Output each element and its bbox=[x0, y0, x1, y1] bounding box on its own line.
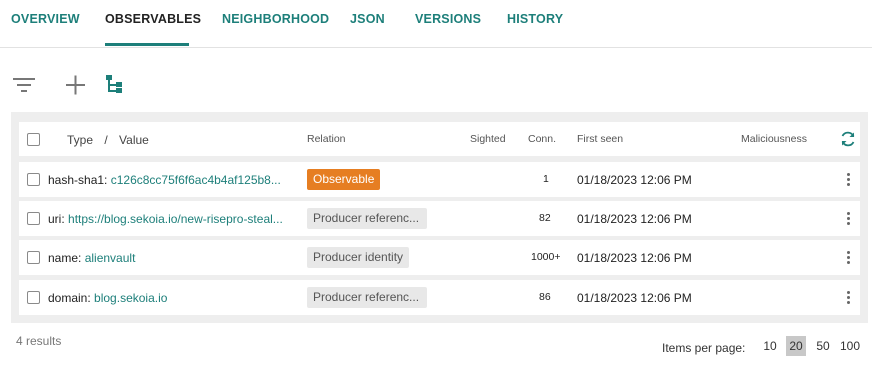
refresh-icon[interactable] bbox=[839, 130, 857, 148]
tab-bar: OVERVIEW OBSERVABLES NEIGHBORHOOD JSON V… bbox=[0, 0, 872, 48]
row-checkbox[interactable] bbox=[27, 212, 40, 225]
active-tab-indicator bbox=[105, 43, 189, 46]
page-size-100[interactable]: 100 bbox=[838, 336, 862, 356]
observable-type: uri: bbox=[48, 212, 65, 226]
more-vert-icon[interactable] bbox=[841, 249, 855, 266]
select-all-checkbox[interactable] bbox=[27, 133, 40, 146]
observable-cell: name: alienvault bbox=[48, 251, 298, 265]
first-seen-header[interactable]: First seen bbox=[577, 133, 623, 145]
tab-neighborhood[interactable]: NEIGHBORHOOD bbox=[222, 12, 329, 26]
conn-count: 82 bbox=[539, 212, 551, 224]
observable-type: domain: bbox=[48, 291, 91, 305]
observable-cell: uri: https://blog.sekoia.io/new-risepro-… bbox=[48, 212, 298, 226]
header-separator: / bbox=[104, 133, 108, 147]
relation-chip: Observable bbox=[307, 169, 381, 190]
table-row[interactable]: uri: https://blog.sekoia.io/new-risepro-… bbox=[19, 201, 860, 236]
conn-count: 1 bbox=[543, 173, 549, 185]
tab-versions[interactable]: VERSIONS bbox=[415, 12, 481, 26]
observables-table: Type / Value Relation Sighted Conn. Firs… bbox=[11, 112, 868, 323]
tab-observables[interactable]: OBSERVABLES bbox=[105, 12, 201, 26]
first-seen: 01/18/2023 12:06 PM bbox=[577, 212, 692, 226]
observable-cell: domain: blog.sekoia.io bbox=[48, 291, 298, 305]
type-header-label: Type bbox=[67, 133, 94, 147]
row-checkbox[interactable] bbox=[27, 291, 40, 304]
plus-icon[interactable] bbox=[63, 72, 89, 98]
first-seen: 01/18/2023 12:06 PM bbox=[577, 251, 692, 265]
tab-json[interactable]: JSON bbox=[350, 12, 385, 26]
value-header-label: Value bbox=[119, 133, 149, 147]
first-seen: 01/18/2023 12:06 PM bbox=[577, 173, 692, 187]
maliciousness-header[interactable]: Maliciousness bbox=[741, 133, 807, 145]
tree-view-icon[interactable] bbox=[103, 72, 129, 98]
table-row[interactable]: hash-sha1: c126c8cc75f6f6ac4b4af125b8...… bbox=[19, 162, 860, 197]
results-count: 4 results bbox=[16, 334, 62, 348]
row-checkbox[interactable] bbox=[27, 251, 40, 264]
table-row[interactable]: domain: blog.sekoia.io Producer referenc… bbox=[19, 280, 860, 315]
page-size-10[interactable]: 10 bbox=[760, 336, 780, 356]
relation-header[interactable]: Relation bbox=[307, 133, 346, 145]
items-per-page-label: Items per page: bbox=[662, 341, 746, 355]
relation-chip: Producer referenc... bbox=[307, 287, 427, 308]
conn-header[interactable]: Conn. bbox=[528, 133, 556, 145]
observable-value[interactable]: c126c8cc75f6f6ac4b4af125b8... bbox=[111, 173, 281, 187]
more-vert-icon[interactable] bbox=[841, 289, 855, 306]
observable-type: hash-sha1: bbox=[48, 173, 108, 187]
page-size-50[interactable]: 50 bbox=[813, 336, 833, 356]
conn-count: 1000+ bbox=[531, 251, 561, 263]
observable-value[interactable]: alienvault bbox=[85, 251, 136, 265]
table-row[interactable]: name: alienvault Producer identity 1000+… bbox=[19, 240, 860, 275]
first-seen: 01/18/2023 12:06 PM bbox=[577, 291, 692, 305]
row-checkbox[interactable] bbox=[27, 173, 40, 186]
observable-cell: hash-sha1: c126c8cc75f6f6ac4b4af125b8... bbox=[48, 173, 298, 187]
observable-value[interactable]: https://blog.sekoia.io/new-risepro-steal… bbox=[68, 212, 283, 226]
observable-value[interactable]: blog.sekoia.io bbox=[94, 291, 167, 305]
more-vert-icon[interactable] bbox=[841, 171, 855, 188]
conn-count: 86 bbox=[539, 291, 551, 303]
sighted-header[interactable]: Sighted bbox=[470, 133, 506, 145]
relation-chip: Producer referenc... bbox=[307, 208, 427, 229]
tab-overview[interactable]: OVERVIEW bbox=[11, 12, 80, 26]
page-size-20[interactable]: 20 bbox=[786, 336, 806, 356]
table-header: Type / Value Relation Sighted Conn. Firs… bbox=[19, 122, 860, 156]
relation-chip: Producer identity bbox=[307, 247, 410, 268]
type-value-header[interactable]: Type / Value bbox=[67, 133, 149, 147]
observable-type: name: bbox=[48, 251, 82, 265]
filter-icon[interactable] bbox=[11, 72, 37, 98]
more-vert-icon[interactable] bbox=[841, 210, 855, 227]
tab-history[interactable]: HISTORY bbox=[507, 12, 563, 26]
